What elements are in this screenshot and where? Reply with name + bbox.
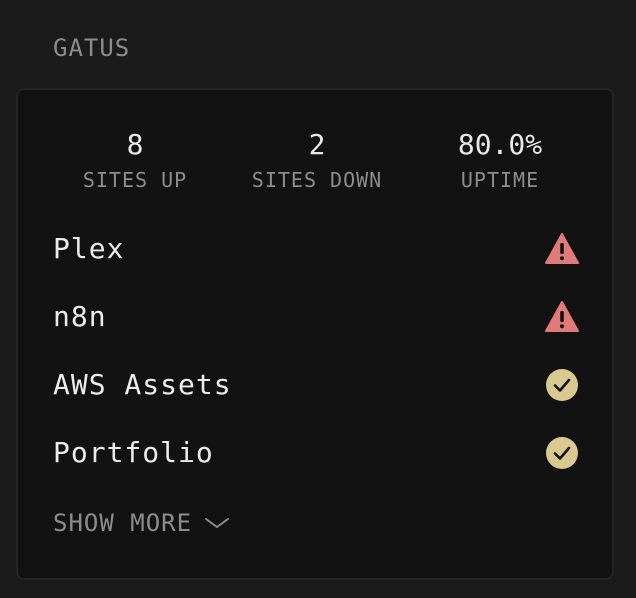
stat-value: 2 (308, 128, 326, 161)
show-more-button[interactable]: SHOW MORE (53, 508, 230, 538)
site-row-aws-assets[interactable]: AWS Assets (53, 365, 579, 433)
stat-value: 8 (126, 128, 144, 161)
stat-label: SITES UP (82, 168, 188, 192)
stat-value: 80.0% (457, 128, 543, 161)
stat-label: UPTIME (460, 168, 540, 192)
site-name: n8n (53, 300, 107, 333)
widget-title: GATUS (53, 34, 131, 62)
site-row-portfolio[interactable]: Portfolio (53, 433, 579, 501)
warning-icon (545, 233, 579, 264)
chevron-down-icon (205, 518, 230, 528)
stat-sites-up: 8 SITES UP (45, 128, 225, 192)
stat-label: SITES DOWN (251, 168, 383, 192)
show-more-label: SHOW MORE (53, 509, 193, 537)
stat-uptime: 80.0% UPTIME (410, 128, 590, 192)
site-name: Plex (53, 232, 125, 265)
warning-icon (545, 301, 579, 332)
stat-sites-down: 2 SITES DOWN (227, 128, 407, 192)
site-name: AWS Assets (53, 368, 232, 401)
check-circle-icon (546, 369, 578, 401)
check-circle-icon (546, 437, 578, 469)
site-list: Plex n8n AWS Assets Portfolio (53, 229, 579, 501)
gatus-card: 8 SITES UP 2 SITES DOWN 80.0% UPTIME Ple… (16, 88, 614, 580)
site-row-plex[interactable]: Plex (53, 229, 579, 297)
site-name: Portfolio (53, 436, 214, 469)
site-row-n8n[interactable]: n8n (53, 297, 579, 365)
